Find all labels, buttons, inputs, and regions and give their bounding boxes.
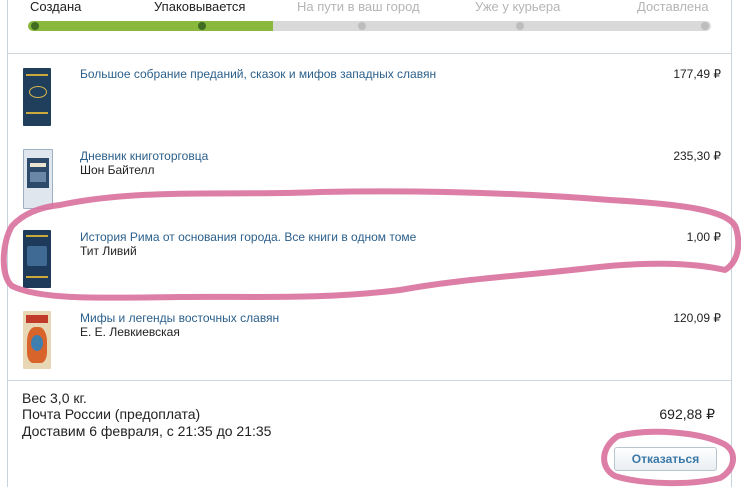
item-title-link[interactable]: Дневник книготорговца: [80, 149, 208, 163]
divider: [8, 380, 731, 381]
status-step-on-the-way: На пути в ваш город: [297, 0, 420, 14]
item-price: 1,00 ₽: [686, 230, 721, 244]
order-total: 692,88 ₽: [659, 406, 715, 422]
frame-border-right: [731, 0, 732, 487]
status-dot-created: [31, 22, 39, 30]
book-cover-icon[interactable]: [23, 311, 51, 369]
status-dot-on-the-way: [358, 22, 366, 30]
item-author: Тит Ливий: [80, 244, 137, 258]
book-cover-icon[interactable]: [23, 68, 51, 126]
delivery-method: Почта России (предоплата): [22, 406, 201, 422]
status-dot-packing: [198, 22, 206, 30]
delivery-time: Доставим 6 февраля, с 21:35 до 21:35: [22, 423, 272, 439]
item-price: 120,09 ₽: [673, 311, 721, 325]
item-price: 177,49 ₽: [673, 67, 721, 81]
item-author: Е. Е. Левкиевская: [80, 325, 180, 339]
status-step-at-courier: Уже у курьера: [475, 0, 561, 14]
status-dot-delivered: [701, 22, 709, 30]
divider: [8, 53, 731, 54]
order-item: История Рима от основания города. Все кн…: [8, 220, 731, 290]
status-step-packing: Упаковывается: [154, 0, 246, 14]
order-item: Дневник книготорговца Шон Байтелл 235,30…: [8, 139, 731, 209]
order-weight: Вес 3,0 кг.: [22, 390, 87, 406]
book-cover-icon[interactable]: [23, 149, 53, 209]
cancel-order-button[interactable]: Отказаться: [614, 447, 717, 471]
order-status-tracker: Создана Упаковывается На пути в ваш горо…: [0, 0, 741, 40]
book-cover-icon[interactable]: [23, 230, 51, 288]
item-author: Шон Байтелл: [80, 163, 155, 177]
item-price: 235,30 ₽: [673, 149, 721, 163]
item-title-link[interactable]: Большое собрание преданий, сказок и мифо…: [80, 67, 436, 81]
status-dot-at-courier: [516, 22, 524, 30]
item-title-link[interactable]: Мифы и легенды восточных славян: [80, 311, 279, 325]
status-step-created: Создана: [30, 0, 82, 14]
item-title-link[interactable]: История Рима от основания города. Все кн…: [80, 230, 416, 244]
order-item: Мифы и легенды восточных славян Е. Е. Ле…: [8, 301, 731, 371]
status-step-delivered: Доставлена: [637, 0, 709, 14]
order-item: Большое собрание преданий, сказок и мифо…: [8, 58, 731, 128]
progress-fill: [28, 21, 273, 31]
